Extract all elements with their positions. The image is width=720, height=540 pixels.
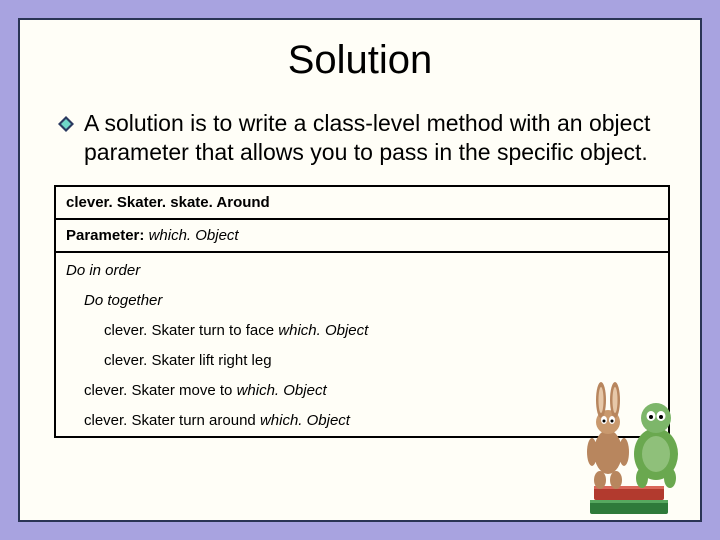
code-line-6: clever. Skater turn around which. Object	[56, 406, 668, 436]
code-line-6b: which. Object	[260, 412, 350, 429]
param-value: which. Object	[149, 227, 239, 244]
code-line-3: clever. Skater turn to face which. Objec…	[56, 316, 668, 346]
code-line-3a: clever. Skater turn to face	[104, 322, 278, 339]
slide-title: Solution	[54, 38, 666, 83]
code-line-5a: clever. Skater move to	[84, 382, 237, 399]
code-line-4: clever. Skater lift right leg	[56, 346, 668, 376]
code-line-5: clever. Skater move to which. Object	[56, 376, 668, 406]
bullet-diamond-icon	[58, 116, 74, 132]
code-line-6a: clever. Skater turn around	[84, 412, 260, 429]
code-parameter-line: Parameter: which. Object	[56, 218, 668, 251]
body-text: A solution is to write a class-level met…	[84, 109, 666, 167]
code-line-1: Do in order	[56, 251, 668, 286]
param-label: Parameter:	[66, 227, 144, 244]
code-box: clever. Skater. skate. Around Parameter:…	[54, 185, 670, 438]
code-line-5b: which. Object	[237, 382, 327, 399]
body-row: A solution is to write a class-level met…	[54, 109, 666, 167]
code-line-3b: which. Object	[278, 322, 368, 339]
code-method-name: clever. Skater. skate. Around	[56, 187, 668, 218]
slide: Solution A solution is to write a class-…	[18, 18, 702, 522]
code-line-2: Do together	[56, 286, 668, 316]
